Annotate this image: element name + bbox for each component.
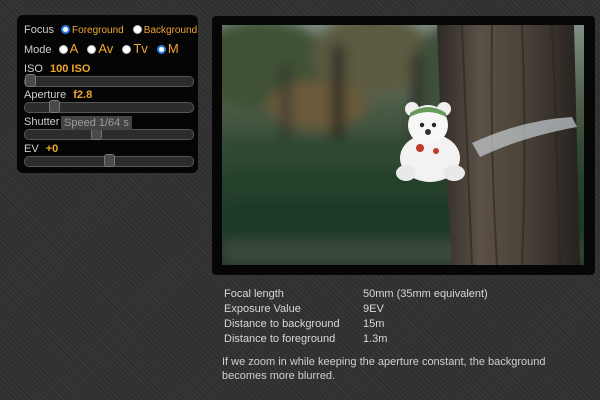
ev-label: EV: [24, 143, 39, 155]
focus-option-foreground[interactable]: Foreground: [61, 24, 127, 36]
iso-value: 100 ISO: [50, 63, 91, 75]
shutter-row: Shutter: [24, 116, 63, 128]
focus-option-background[interactable]: Background: [132, 24, 197, 36]
radio-icon[interactable]: [122, 44, 132, 54]
park-scene-image: [222, 25, 584, 265]
shutter-slider[interactable]: [24, 127, 194, 140]
description-text: If we zoom in while keeping the aperture…: [222, 356, 546, 382]
mode-row: Mode A Av Tv M: [24, 41, 185, 56]
iso-slider[interactable]: [24, 74, 194, 87]
ev-value: +0: [45, 143, 59, 155]
ev-slider-thumb[interactable]: [104, 154, 115, 167]
radio-icon-selected[interactable]: [61, 24, 71, 34]
iso-slider-thumb[interactable]: [25, 74, 36, 87]
mode-option-a[interactable]: A: [58, 41, 82, 56]
mode-option-tv[interactable]: Tv: [122, 41, 151, 56]
aperture-row: Aperture f2.8: [24, 89, 92, 101]
ev-slider[interactable]: [24, 154, 194, 167]
aperture-slider[interactable]: [24, 100, 194, 113]
camera-controls-panel: Focus Foreground Background Mode A Av Tv…: [17, 15, 198, 173]
radio-icon[interactable]: [58, 44, 68, 54]
shutter-speed-tooltip: Speed 1/64 s: [61, 116, 132, 130]
radio-icon[interactable]: [132, 24, 142, 34]
radio-icon-selected[interactable]: [156, 44, 166, 54]
mode-option-av[interactable]: Av: [87, 41, 116, 56]
shutter-label: Shutter: [24, 116, 60, 128]
ev-row: EV +0: [24, 143, 58, 155]
aperture-label: Aperture: [24, 89, 67, 101]
aperture-slider-thumb[interactable]: [49, 100, 60, 113]
preview-photo: [222, 25, 584, 265]
focus-label: Focus: [24, 24, 54, 36]
radio-icon[interactable]: [87, 44, 97, 54]
aperture-value: f2.8: [73, 89, 93, 101]
mode-label: Mode: [24, 44, 52, 56]
mode-option-m[interactable]: M: [156, 41, 179, 56]
focus-row: Focus Foreground Background: [24, 24, 203, 36]
